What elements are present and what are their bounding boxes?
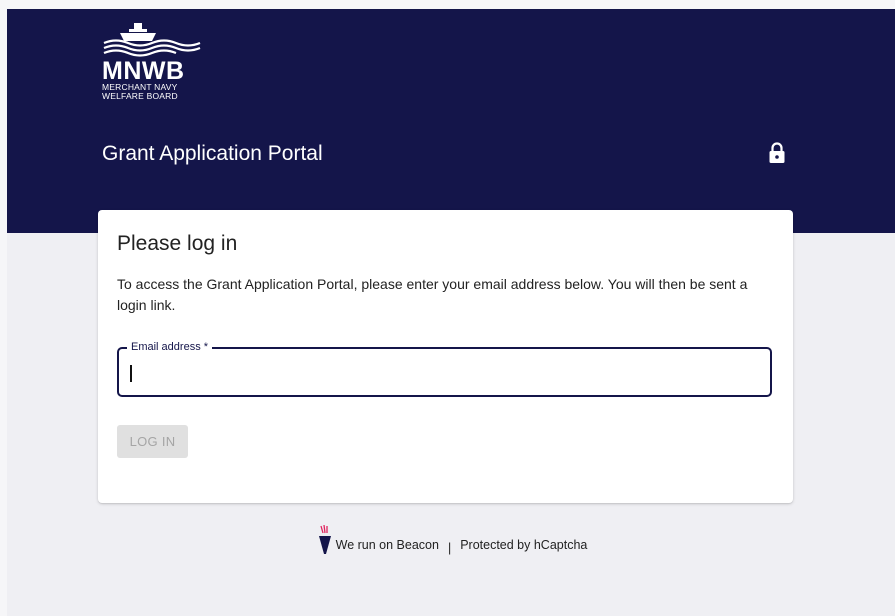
mnwb-logo[interactable]: MNWB MERCHANT NAVY WELFARE BOARD [102, 21, 202, 101]
email-input[interactable] [129, 359, 753, 387]
card-title: Please log in [117, 232, 238, 255]
ship-icon [103, 23, 201, 57]
window-top-strip [0, 0, 895, 9]
page-header: MNWB MERCHANT NAVY WELFARE BOARD Grant A… [7, 9, 895, 233]
email-field[interactable]: Email address * [117, 340, 772, 397]
hcaptcha-text[interactable]: Protected by hCaptcha [460, 538, 587, 555]
portal-title: Grant Application Portal [102, 142, 323, 165]
email-field-label: Email address * [127, 340, 213, 354]
lock-icon [769, 142, 785, 163]
login-button[interactable]: LOG IN [117, 425, 188, 458]
window-left-strip [0, 0, 7, 616]
footer: We run on Beacon | Protected by hCaptcha [0, 525, 895, 558]
logo-mark: MNWB [102, 57, 185, 85]
logo-line-2: WELFARE BOARD [102, 91, 178, 101]
login-card: Please log in To access the Grant Applic… [98, 210, 793, 503]
card-description: To access the Grant Application Portal, … [117, 276, 748, 313]
beacon-link[interactable]: We run on Beacon [336, 538, 439, 555]
beacon-torch-icon [318, 525, 331, 554]
footer-separator: | [447, 541, 452, 555]
text-caret [130, 365, 132, 382]
